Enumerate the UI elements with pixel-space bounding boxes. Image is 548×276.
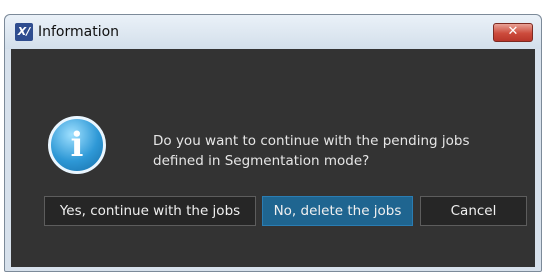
dialog-message: Do you want to continue with the pending…: [153, 131, 523, 171]
title-bar[interactable]: X/ Information ✕: [5, 15, 541, 49]
window-title: Information: [38, 24, 120, 40]
info-icon: i: [48, 116, 106, 174]
no-delete-button[interactable]: No, delete the jobs: [262, 196, 413, 226]
dialog-window: X/ Information ✕ i Do you want to contin…: [4, 14, 542, 272]
cancel-button[interactable]: Cancel: [420, 196, 527, 226]
close-button[interactable]: ✕: [493, 23, 533, 42]
message-line-2: defined in Segmentation mode?: [153, 153, 370, 169]
app-icon: X/: [15, 23, 33, 41]
dialog-content: i Do you want to continue with the pendi…: [11, 49, 535, 267]
close-icon: ✕: [507, 24, 519, 39]
yes-continue-button[interactable]: Yes, continue with the jobs: [44, 196, 256, 226]
message-line-1: Do you want to continue with the pending…: [153, 133, 470, 149]
